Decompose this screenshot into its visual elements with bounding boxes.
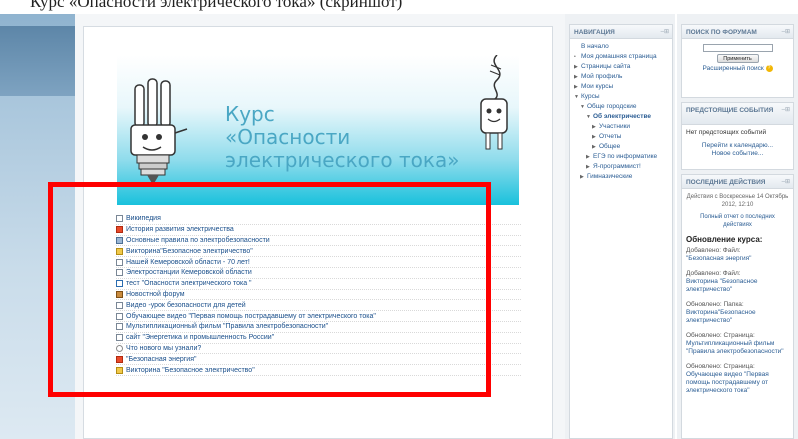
nav-item[interactable]: ▶ Мой профиль <box>574 72 668 82</box>
nav-item-label[interactable]: Участники <box>599 123 630 130</box>
banner-title-line-2: «Опасности <box>225 125 351 149</box>
nav-bullet-icon: ▶ <box>592 144 596 150</box>
update-kind: Обновлено: Страница: <box>686 332 755 339</box>
nav-bullet-icon: ▶ <box>586 154 590 160</box>
recent-activity-block: ПОСЛЕДНИЕ ДЕЙСТВИЯ –⊞ Действия с Воскрес… <box>681 174 794 439</box>
nav-item[interactable]: ▶ Отчеты <box>574 132 668 142</box>
nav-item-label[interactable]: Мой профиль <box>581 73 622 80</box>
full-report-link[interactable]: Полный отчет о последних действиях <box>686 213 789 229</box>
nav-bullet-icon: • <box>574 54 576 60</box>
course-update-entry: Добавлено: Файл: "Безопасная энергия" <box>686 247 789 263</box>
nav-item-label[interactable]: Об электричестве <box>593 113 651 120</box>
nav-item[interactable]: ▶ ЕГЭ по информатике <box>574 152 668 162</box>
nav-bullet-icon: ▶ <box>592 134 596 140</box>
left-decor-band <box>0 26 75 96</box>
nav-bullet-icon: ▶ <box>574 64 578 70</box>
help-icon[interactable]: ? <box>765 65 773 72</box>
navigation-block: НАВИГАЦИЯ –⊞ В начало • Моя домашняя стран… <box>569 24 673 439</box>
banner-title-line-1: Курс <box>225 102 275 126</box>
right-column: ПОИСК ПО ФОРУМАМ –⊞ Применить Расширенны… <box>677 14 798 439</box>
navigation-tree: В начало • Моя домашняя страница ▶ Страницы … <box>570 39 672 185</box>
nav-item[interactable]: ▶ Общее <box>574 142 668 152</box>
document-caption: Курс «Опасности электрического тока» (ск… <box>30 0 403 11</box>
course-update-entry: Обновлено: Страница: Мультипликационный ф… <box>686 332 789 356</box>
nav-item-label[interactable]: Моя домашняя страница <box>581 53 657 60</box>
nav-item-label[interactable]: Гимназические <box>587 173 632 180</box>
advanced-search-link[interactable]: Расширенный поиск ? <box>682 65 793 72</box>
banner-title: Курс «Опасности электрического тока» <box>225 103 459 172</box>
update-link[interactable]: "Безопасная энергия" <box>686 255 789 263</box>
nav-item[interactable]: ▼ Об электричестве <box>574 112 668 122</box>
course-update-entry: Обновлено: Папка: Викторина"Безопасное эл… <box>686 301 789 325</box>
forum-search-block: ПОИСК ПО ФОРУМАМ –⊞ Применить Расширенны… <box>681 24 794 98</box>
activity-since-text: Действия с Воскресенье 14 Октябрь 2012, … <box>686 194 789 208</box>
nav-item-label[interactable]: Мои курсы <box>581 83 613 90</box>
course-update-entry: Добавлено: Файл: Викторина "Безопасное эл… <box>686 270 789 294</box>
nav-bullet-icon: ▶ <box>580 174 584 180</box>
forum-search-input[interactable] <box>702 44 773 52</box>
apply-search-button[interactable]: Применить <box>716 54 759 63</box>
nav-item-label[interactable]: Я-программист! <box>593 163 641 170</box>
update-link[interactable]: Викторина "Безопасное электричество" <box>686 278 789 294</box>
nav-bullet-icon: ▼ <box>586 114 591 120</box>
update-kind: Обновлено: Страница: <box>686 363 755 370</box>
update-kind: Добавлено: Файл: <box>686 247 741 254</box>
nav-item-label[interactable]: Обще городские <box>587 103 637 110</box>
nav-bullet-icon: ▶ <box>574 84 578 90</box>
nav-item-label[interactable]: ЕГЭ по информатике <box>593 153 657 160</box>
upcoming-events-header: ПРЕДСТОЯЩИЕ СОБЫТИЯ –⊞ <box>682 103 793 125</box>
no-events-text: Нет предстоящих событий <box>686 129 767 136</box>
update-link[interactable]: Обучающее видео "Первая помощь пострадав… <box>686 371 789 395</box>
nav-item[interactable]: • Моя домашняя страница <box>574 52 668 62</box>
nav-item-label[interactable]: Общее <box>599 143 620 150</box>
nav-item-label[interactable]: В начало <box>581 43 609 50</box>
nav-bullet-icon: ▶ <box>592 124 596 130</box>
calendar-link[interactable]: Перейти к календарю... <box>686 142 789 150</box>
forum-search-header: ПОИСК ПО ФОРУМАМ –⊞ <box>682 25 793 39</box>
nav-item[interactable]: ▶ Я-программист! <box>574 162 668 172</box>
nav-item[interactable]: ▶ Участники <box>574 122 668 132</box>
block-control-icon[interactable]: –⊞ <box>782 28 790 35</box>
navigation-header: НАВИГАЦИЯ –⊞ <box>570 25 672 39</box>
course-updates-title: Обновление курса: <box>686 235 763 244</box>
nav-item[interactable]: ▶ Гимназические <box>574 172 668 182</box>
red-highlight-frame <box>48 182 491 397</box>
nav-item[interactable]: В начало <box>574 42 668 52</box>
recent-activity-header: ПОСЛЕДНИЕ ДЕЙСТВИЯ –⊞ <box>682 175 793 189</box>
nav-item[interactable]: ▼ Курсы <box>574 92 668 102</box>
lamp-icon <box>130 78 188 185</box>
block-control-icon[interactable]: –⊞ <box>782 106 790 114</box>
block-control-icon[interactable]: –⊞ <box>782 178 790 185</box>
update-link[interactable]: Мультипликационный фильм "Правила электр… <box>686 340 789 356</box>
upcoming-events-block: ПРЕДСТОЯЩИЕ СОБЫТИЯ –⊞ Нет предстоящих с… <box>681 102 794 170</box>
nav-item-label[interactable]: Страницы сайта <box>581 63 630 70</box>
nav-bullet-icon: ▼ <box>580 104 585 110</box>
course-update-entry: Обновлено: Страница: Обучающее видео "Пер… <box>686 363 789 395</box>
nav-item-label[interactable]: Отчеты <box>599 133 621 140</box>
block-control-icon[interactable]: –⊞ <box>661 28 669 35</box>
nav-bullet-icon: ▼ <box>574 94 579 100</box>
update-kind: Обновлено: Папка: <box>686 301 744 308</box>
plug-icon <box>480 55 508 150</box>
nav-item-label[interactable]: Курсы <box>581 93 600 100</box>
course-updates-list: Добавлено: Файл: "Безопасная энергия" Доба… <box>686 247 789 395</box>
nav-item[interactable]: ▶ Мои курсы <box>574 82 668 92</box>
nav-bullet-icon: ▶ <box>574 74 578 80</box>
navigation-column: НАВИГАЦИЯ –⊞ В начало • Моя домашняя стран… <box>565 14 675 439</box>
nav-bullet-icon: ▶ <box>586 164 590 170</box>
nav-item[interactable]: ▶ Страницы сайта <box>574 62 668 72</box>
banner-title-line-3: электрического тока» <box>225 148 460 172</box>
update-kind: Добавлено: Файл: <box>686 270 741 277</box>
new-event-link[interactable]: Новое событие... <box>686 150 789 158</box>
nav-item[interactable]: ▼ Обще городские <box>574 102 668 112</box>
update-link[interactable]: Викторина"Безопасное электричество" <box>686 309 789 325</box>
